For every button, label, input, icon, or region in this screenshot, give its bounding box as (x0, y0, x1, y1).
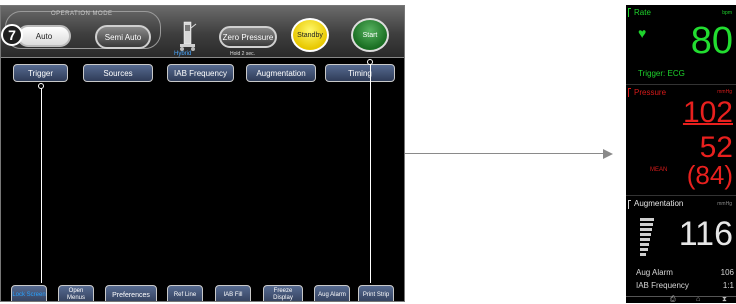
connector-arrow-head (603, 149, 613, 159)
augmentation-panel: Augmentation mmHg 116 Aug Alarm 106 IAB … (626, 195, 736, 303)
rate-title: Rate (634, 8, 651, 17)
aug-alarm-label: Aug Alarm (636, 268, 673, 277)
tab-timing[interactable]: Timing (325, 64, 395, 82)
pressure-title: Pressure (634, 88, 667, 97)
figure-stage: OPERATION MODE 7 Auto Semi Auto Hybrid Z… (0, 0, 736, 304)
semi-auto-mode-button[interactable]: Semi Auto (95, 25, 151, 49)
systolic-value: 102 (682, 96, 733, 129)
tab-augmentation[interactable]: Augmentation (246, 64, 316, 82)
ref-line-button[interactable]: Ref Line (167, 285, 203, 301)
iabp-console-screen: OPERATION MODE 7 Auto Semi Auto Hybrid Z… (0, 5, 405, 302)
pressure-panel: Pressure mmHg 102 52 MEAN (84) (626, 85, 736, 195)
rate-panel: Rate bpm ♥ 80 Trigger: ECG (626, 5, 736, 85)
step-number-badge: 7 (1, 24, 23, 46)
callout-line-left (41, 86, 42, 283)
zero-hold-note: Hold 2 sec. (230, 51, 256, 57)
rate-bracket (628, 8, 631, 17)
augmentation-title: Augmentation (634, 199, 684, 208)
rate-unit: bpm (722, 10, 732, 16)
zero-pressure-button[interactable]: Zero Pressure (219, 26, 277, 48)
printer-icon: ⎙ (670, 296, 676, 303)
heart-icon: ♥ (638, 25, 647, 41)
iab-frequency-value: 1:1 (722, 281, 734, 290)
preferences-button[interactable]: Preferences (105, 285, 157, 301)
monitor-footer: ⎙ ⌂ ⧗ (626, 296, 736, 303)
iabp-cart-icon (180, 21, 197, 51)
augmentation-bracket (628, 200, 631, 209)
connector-arrow-line (405, 153, 605, 154)
heart-rate-value: 80 (690, 20, 733, 62)
iab-fill-button[interactable]: IAB Fill (215, 285, 251, 301)
print-strip-button[interactable]: Print Strip (358, 285, 394, 301)
operation-mode-caption: OPERATION MODE (51, 11, 113, 17)
augmentation-level-icon (640, 218, 654, 256)
top-control-bar: OPERATION MODE 7 Auto Semi Auto Hybrid Z… (1, 6, 404, 58)
standby-button[interactable]: Standby (291, 18, 329, 52)
iab-frequency-row: IAB Frequency 1:1 (636, 281, 734, 290)
lock-screen-button[interactable]: Lock Screen (11, 285, 47, 301)
augmentation-unit: mmHg (717, 201, 732, 207)
vital-signs-monitor: Rate bpm ♥ 80 Trigger: ECG Pressure mmHg… (626, 5, 736, 303)
start-button[interactable]: Start (351, 18, 389, 52)
tab-trigger[interactable]: Trigger (13, 64, 68, 82)
trigger-source-text: Trigger: ECG (638, 69, 685, 78)
tab-sources[interactable]: Sources (83, 64, 153, 82)
open-menus-button[interactable]: Open Menus (58, 285, 94, 301)
auto-mode-button[interactable]: Auto (17, 25, 71, 47)
callout-line-right (370, 63, 371, 283)
freeze-display-button[interactable]: Freeze Display (263, 285, 303, 301)
menu-tab-row: Trigger Sources IAB Frequency Augmentati… (1, 64, 404, 84)
hourglass-icon: ⧗ (722, 296, 727, 303)
bottom-button-row: Lock Screen Open Menus Preferences Ref L… (1, 285, 404, 301)
callout-dot-right (367, 59, 373, 65)
aug-alarm-value: 106 (720, 268, 734, 277)
tab-iab-frequency[interactable]: IAB Frequency (167, 64, 234, 82)
pressure-bracket (628, 88, 631, 97)
pressure-unit: mmHg (717, 89, 732, 95)
hybrid-label: Hybrid (174, 51, 192, 57)
lock-icon: ⌂ (696, 296, 701, 303)
aug-alarm-button[interactable]: Aug Alarm (314, 285, 350, 301)
mean-label: MEAN (650, 167, 668, 173)
iab-frequency-label: IAB Frequency (636, 281, 689, 290)
callout-dot-left (38, 83, 44, 89)
augmentation-value: 116 (678, 215, 733, 253)
mean-pressure-value: (84) (686, 160, 733, 190)
aug-alarm-row: Aug Alarm 106 (636, 268, 734, 277)
